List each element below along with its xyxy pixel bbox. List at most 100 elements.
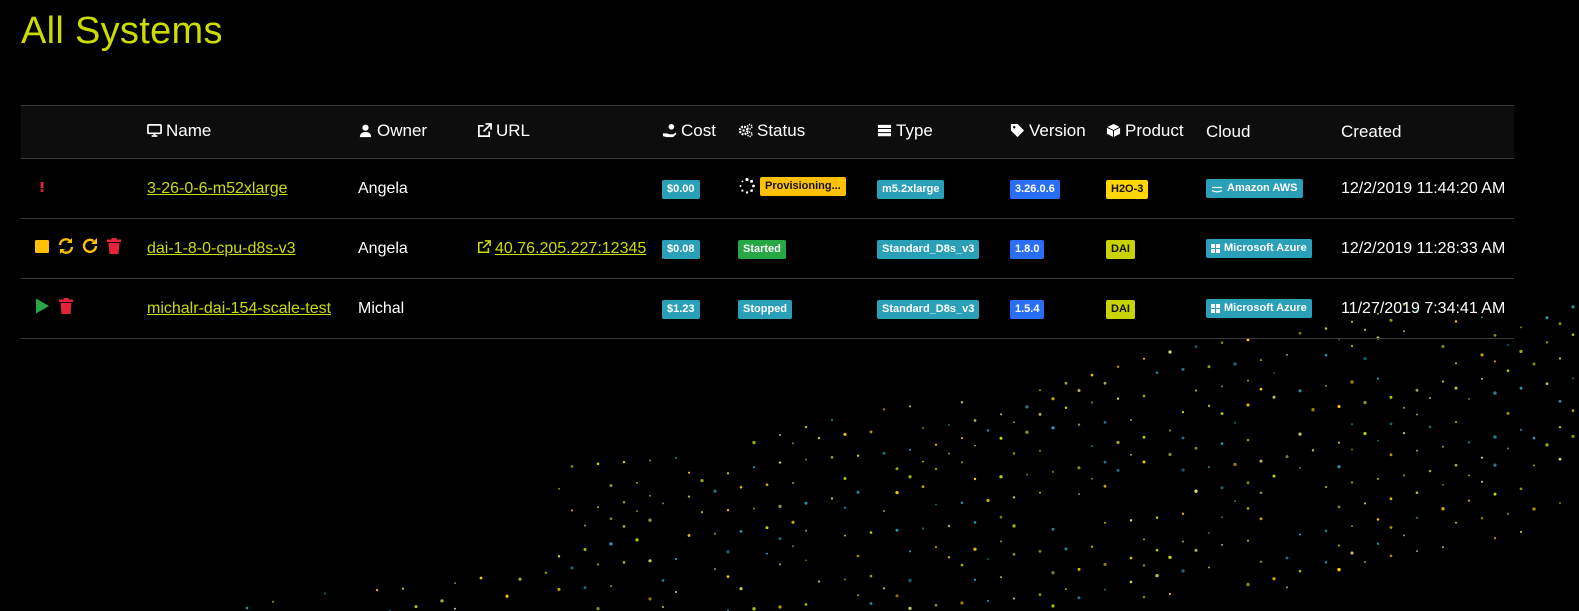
row-version-cell: 1.5.4 bbox=[1010, 278, 1106, 339]
play-icon[interactable] bbox=[33, 297, 51, 315]
background-dot bbox=[895, 490, 899, 495]
header-url[interactable]: URL bbox=[477, 105, 662, 159]
background-dot bbox=[1142, 564, 1146, 567]
background-dot bbox=[1468, 397, 1470, 400]
background-dot bbox=[518, 577, 522, 581]
background-dot bbox=[1168, 555, 1172, 560]
background-dot bbox=[1324, 353, 1328, 357]
background-dot bbox=[999, 436, 1003, 440]
background-dot bbox=[1246, 582, 1250, 587]
background-dot bbox=[1468, 474, 1470, 477]
background-dot bbox=[948, 424, 950, 426]
background-dot bbox=[1442, 546, 1444, 549]
background-dot bbox=[869, 601, 873, 606]
background-dot bbox=[1298, 432, 1302, 436]
background-dot bbox=[1052, 470, 1054, 473]
background-dot bbox=[1090, 373, 1094, 377]
background-dot bbox=[1039, 389, 1041, 392]
background-dot bbox=[570, 509, 574, 512]
row-version-cell: 1.8.0 bbox=[1010, 218, 1106, 279]
background-dot bbox=[843, 506, 847, 509]
header-type[interactable]: Type bbox=[877, 105, 1010, 159]
background-dot bbox=[1493, 360, 1497, 363]
background-dot bbox=[1428, 425, 1432, 429]
background-dot bbox=[792, 545, 794, 548]
header-created[interactable]: Created bbox=[1341, 105, 1514, 159]
row-status-cell: Stopped bbox=[738, 278, 877, 339]
header-product-label: Product bbox=[1125, 120, 1184, 140]
header-status[interactable]: Status bbox=[738, 105, 877, 159]
system-name-link[interactable]: michalr-dai-154-scale-test bbox=[147, 300, 331, 317]
header-cloud[interactable]: Cloud bbox=[1206, 105, 1341, 159]
background-dot bbox=[1337, 567, 1341, 572]
background-dot bbox=[1415, 516, 1419, 520]
background-dot bbox=[1454, 362, 1458, 365]
header-cost[interactable]: Cost bbox=[662, 105, 738, 159]
row-created: 12/2/2019 11:44:20 AM bbox=[1341, 158, 1514, 219]
trash-icon[interactable] bbox=[57, 297, 75, 315]
row-product-cell: DAI bbox=[1106, 278, 1206, 339]
background-dot bbox=[1181, 367, 1185, 371]
header-version[interactable]: Version bbox=[1010, 105, 1106, 159]
background-dot bbox=[805, 559, 807, 562]
background-dot bbox=[375, 588, 379, 592]
background-dot bbox=[791, 520, 795, 524]
background-dot bbox=[999, 475, 1003, 479]
background-dot bbox=[960, 501, 964, 504]
background-dot bbox=[1207, 365, 1211, 369]
background-dot bbox=[557, 487, 561, 490]
background-dot bbox=[1220, 486, 1224, 490]
gears-icon bbox=[738, 124, 753, 138]
server-icon bbox=[877, 125, 892, 137]
background-dot bbox=[570, 465, 574, 468]
background-dot bbox=[895, 594, 899, 598]
background-dot bbox=[1259, 560, 1263, 564]
header-owner[interactable]: Owner bbox=[358, 105, 477, 159]
background-dot bbox=[935, 503, 937, 506]
stop-icon[interactable] bbox=[33, 237, 51, 255]
background-dot bbox=[1259, 359, 1263, 362]
background-dot bbox=[1506, 447, 1510, 450]
background-dot bbox=[1480, 516, 1484, 520]
background-dot bbox=[817, 436, 821, 440]
header-cloud-label: Cloud bbox=[1206, 122, 1251, 141]
background-dot bbox=[1571, 333, 1575, 337]
header-cost-label: Cost bbox=[681, 120, 716, 140]
background-dot bbox=[986, 429, 990, 432]
background-dot bbox=[739, 486, 743, 489]
background-dot bbox=[1051, 397, 1055, 401]
background-dot bbox=[1428, 469, 1432, 473]
background-dot bbox=[1480, 456, 1484, 459]
background-dot bbox=[1221, 543, 1223, 546]
header-product[interactable]: Product bbox=[1106, 105, 1206, 159]
background-dot bbox=[1208, 532, 1210, 534]
background-dot bbox=[1051, 527, 1055, 531]
background-dot bbox=[999, 540, 1003, 543]
spinner-icon bbox=[739, 178, 755, 194]
system-name-link[interactable]: 3-26-0-6-m52xlarge bbox=[147, 180, 288, 197]
trash-icon[interactable] bbox=[105, 237, 123, 255]
background-dot bbox=[544, 571, 548, 575]
background-dot bbox=[245, 606, 249, 610]
background-dot bbox=[1506, 369, 1510, 372]
exclamation-icon[interactable] bbox=[33, 177, 51, 195]
background-dot bbox=[674, 457, 678, 460]
row-status-cell: Provisioning... bbox=[738, 158, 877, 219]
background-dot bbox=[1350, 423, 1354, 426]
row-product-cell: H2O-3 bbox=[1106, 158, 1206, 219]
row-cost-cell: $1.23 bbox=[662, 278, 738, 339]
header-name[interactable]: Name bbox=[147, 105, 358, 159]
background-dot bbox=[1051, 571, 1055, 575]
restart-icon[interactable] bbox=[81, 237, 99, 255]
sync-icon[interactable] bbox=[57, 237, 75, 255]
background-dot bbox=[1130, 453, 1132, 456]
background-dot bbox=[1273, 372, 1275, 374]
background-dot bbox=[1103, 381, 1107, 385]
row-cost-cell: $0.08 bbox=[662, 218, 738, 279]
product-badge: DAI bbox=[1106, 299, 1135, 319]
system-url-link[interactable]: 40.76.205.227:12345 bbox=[495, 240, 646, 257]
background-dot bbox=[1285, 556, 1289, 560]
system-name-link[interactable]: dai-1-8-0-cpu-d8s-v3 bbox=[147, 240, 296, 257]
background-dot bbox=[1389, 453, 1393, 457]
row-owner: Michal bbox=[358, 278, 477, 339]
